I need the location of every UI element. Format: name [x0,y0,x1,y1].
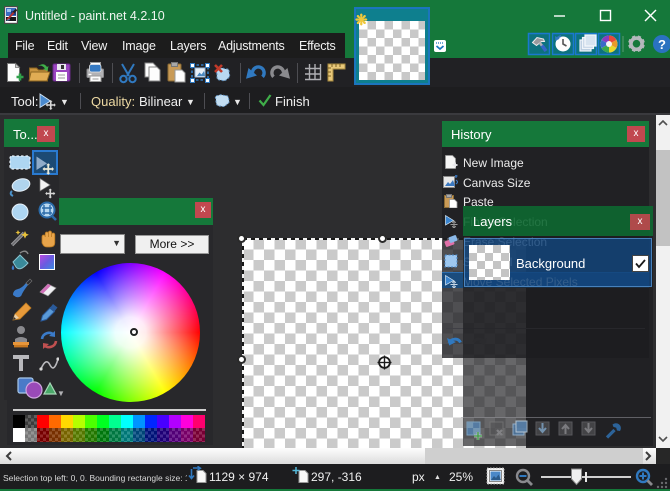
svg-text:?: ? [658,37,666,52]
